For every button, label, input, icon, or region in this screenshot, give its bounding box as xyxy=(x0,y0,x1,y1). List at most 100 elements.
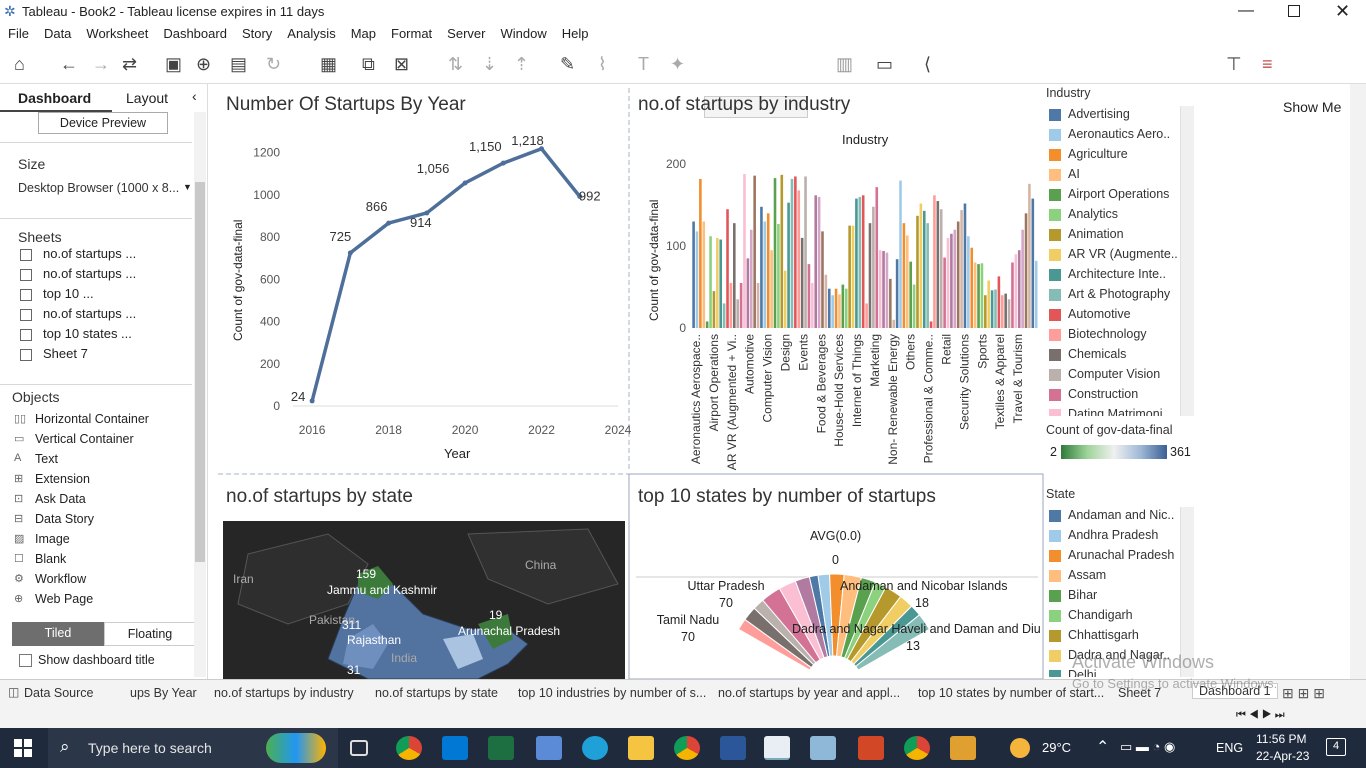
nav-first-icon[interactable]: ⏮ ◀ ▶ ⏭ xyxy=(1236,709,1285,722)
menu-map[interactable]: Map xyxy=(343,24,383,41)
sheet-item[interactable]: top 10 ... xyxy=(18,284,188,304)
vscode-icon[interactable] xyxy=(442,736,468,760)
legend-item[interactable]: Chemicals xyxy=(1046,346,1196,366)
word-icon[interactable] xyxy=(720,736,746,760)
sheet-item[interactable]: no.of startups ... xyxy=(18,304,188,324)
object-image[interactable]: ▨ Image xyxy=(12,530,182,550)
legend-item[interactable]: Arunachal Pradesh xyxy=(1046,547,1196,567)
menu-worksheet[interactable]: Worksheet xyxy=(78,24,155,41)
main-scrollbar[interactable] xyxy=(1350,84,1366,679)
legend-item[interactable]: Chandigarh xyxy=(1046,607,1196,627)
legend-item[interactable]: Andhra Pradesh xyxy=(1046,527,1196,547)
menu-server[interactable]: Server xyxy=(439,24,492,41)
legend-item[interactable]: Bihar xyxy=(1046,587,1196,607)
format-painter-icon[interactable]: ⊤ xyxy=(1226,54,1242,74)
clock-date[interactable]: 22-Apr-23 xyxy=(1256,749,1309,763)
object-web-page[interactable]: ⊕ Web Page xyxy=(12,590,182,610)
sheet-tab[interactable]: no.of startups by state xyxy=(375,686,498,700)
tray-chevron-icon[interactable]: ⌃ xyxy=(1096,737,1109,757)
sheet-item[interactable]: top 10 states ... xyxy=(18,324,188,344)
legend-item[interactable]: Construction xyxy=(1046,386,1196,406)
pin-icon[interactable]: ✦ xyxy=(670,54,685,74)
language-indicator[interactable]: ENG xyxy=(1216,741,1243,755)
object-text[interactable]: A Text xyxy=(12,450,182,470)
legend-item[interactable]: Assam xyxy=(1046,567,1196,587)
file-explorer-icon[interactable] xyxy=(628,736,654,760)
legend-item[interactable]: AI xyxy=(1046,166,1196,186)
sheet-tab[interactable]: Data Source xyxy=(24,686,93,700)
task-view-icon[interactable] xyxy=(350,740,368,756)
swap-icon[interactable]: ⇅ xyxy=(448,54,463,74)
label-icon[interactable]: T xyxy=(638,54,649,74)
sheet-tab[interactable]: top 10 industries by number of s... xyxy=(518,686,706,700)
legend-item[interactable]: Andaman and Nic.. xyxy=(1046,507,1196,527)
sheet-item[interactable]: no.of startups ... xyxy=(18,264,188,284)
show-cards-icon[interactable]: ▥ xyxy=(836,54,853,74)
legend-item[interactable]: Dating Matrimoni.. xyxy=(1046,406,1196,416)
menu-dashboard[interactable]: Dashboard xyxy=(155,24,234,41)
legend-item[interactable]: Biotechnology xyxy=(1046,326,1196,346)
tableau-taskbar-icon[interactable] xyxy=(764,736,790,760)
sheet-item[interactable]: Sheet 7 xyxy=(18,344,188,364)
legend-item[interactable]: Art & Photography xyxy=(1046,286,1196,306)
show-me-icon[interactable]: ≡ xyxy=(1262,54,1273,74)
excel-icon[interactable] xyxy=(488,736,514,760)
menu-analysis[interactable]: Analysis xyxy=(279,24,342,41)
sheet-tab[interactable]: no.of startups by industry xyxy=(214,686,354,700)
object-vertical-container[interactable]: ▭ Vertical Container xyxy=(12,430,182,450)
sheet-tab[interactable]: no.of startups by year and appl... xyxy=(718,686,900,700)
presentation-icon[interactable]: ▭ xyxy=(876,54,893,74)
legend-item[interactable]: Aeronautics Aero.. xyxy=(1046,126,1196,146)
menu-format[interactable]: Format xyxy=(383,24,439,41)
undo-icon[interactable]: ← xyxy=(60,54,78,74)
menu-story[interactable]: Story xyxy=(234,24,279,41)
menu-data[interactable]: Data xyxy=(36,24,78,41)
object-blank[interactable]: ☐ Blank xyxy=(12,550,182,570)
legend-item[interactable]: Computer Vision xyxy=(1046,366,1196,386)
legend-item[interactable]: Animation xyxy=(1046,226,1196,246)
restore-button[interactable] xyxy=(1288,5,1300,17)
size-dropdown[interactable]: Desktop Browser (1000 x 8... xyxy=(18,181,179,195)
legend-item[interactable]: Automotive xyxy=(1046,306,1196,326)
minimize-button[interactable]: — xyxy=(1238,2,1254,20)
object-horizontal-container[interactable]: ▯▯ Horizontal Container xyxy=(12,410,182,430)
highlight-icon[interactable]: ✎ xyxy=(560,54,575,74)
legend-item[interactable]: Agriculture xyxy=(1046,146,1196,166)
tab-layout[interactable]: Layout xyxy=(126,90,168,106)
object-workflow[interactable]: ⚙ Workflow xyxy=(12,570,182,590)
network-computer-icon[interactable] xyxy=(536,736,562,760)
object-data-story[interactable]: ⊟ Data Story xyxy=(12,510,182,530)
legend-item[interactable]: Advertising xyxy=(1046,106,1196,126)
tiled-button[interactable]: Tiled xyxy=(12,622,104,646)
attach-icon[interactable]: ⌇ xyxy=(598,54,607,74)
save-icon[interactable]: ▣ xyxy=(165,54,182,74)
legend-item[interactable]: Airport Operations xyxy=(1046,186,1196,206)
show-title-checkbox[interactable] xyxy=(19,654,32,667)
object-extension[interactable]: ⊞ Extension xyxy=(12,470,182,490)
legend-item[interactable]: Chhattisgarh xyxy=(1046,627,1196,647)
legend-scrollbar[interactable] xyxy=(1180,106,1194,416)
replay-icon[interactable]: ⇄ xyxy=(122,54,137,74)
legend-item[interactable]: AR VR (Augmente.. xyxy=(1046,246,1196,266)
object-ask-data[interactable]: ⊡ Ask Data xyxy=(12,490,182,510)
redo-icon[interactable]: → xyxy=(92,54,110,74)
chevron-down-icon[interactable]: ▼ xyxy=(183,182,192,192)
clear-icon[interactable]: ⊠ xyxy=(394,54,409,74)
chrome-profile-icon[interactable] xyxy=(674,736,700,760)
legend-item[interactable]: Analytics xyxy=(1046,206,1196,226)
edge-icon[interactable] xyxy=(582,736,608,760)
pause-updates-icon[interactable]: ▤ xyxy=(230,54,247,74)
home-icon[interactable]: ⌂ xyxy=(14,54,25,74)
close-button[interactable]: ✕ xyxy=(1335,1,1350,22)
taskbar-search[interactable]: ⌕ Type here to search xyxy=(48,728,338,768)
floating-button[interactable]: Floating xyxy=(104,622,196,646)
panel-scrollbar[interactable] xyxy=(194,112,206,677)
clock-time[interactable]: 11:56 PM xyxy=(1256,732,1306,746)
notepad-icon[interactable] xyxy=(810,736,836,760)
menu-window[interactable]: Window xyxy=(492,24,553,41)
new-datasource-icon[interactable]: ⊕ xyxy=(196,54,211,74)
collapse-panel-icon[interactable]: ‹ xyxy=(192,88,197,104)
menu-file[interactable]: File xyxy=(0,24,36,41)
sheet-tab[interactable]: ups By Year xyxy=(130,686,197,700)
new-worksheet-icon[interactable]: ▦ xyxy=(320,54,337,74)
